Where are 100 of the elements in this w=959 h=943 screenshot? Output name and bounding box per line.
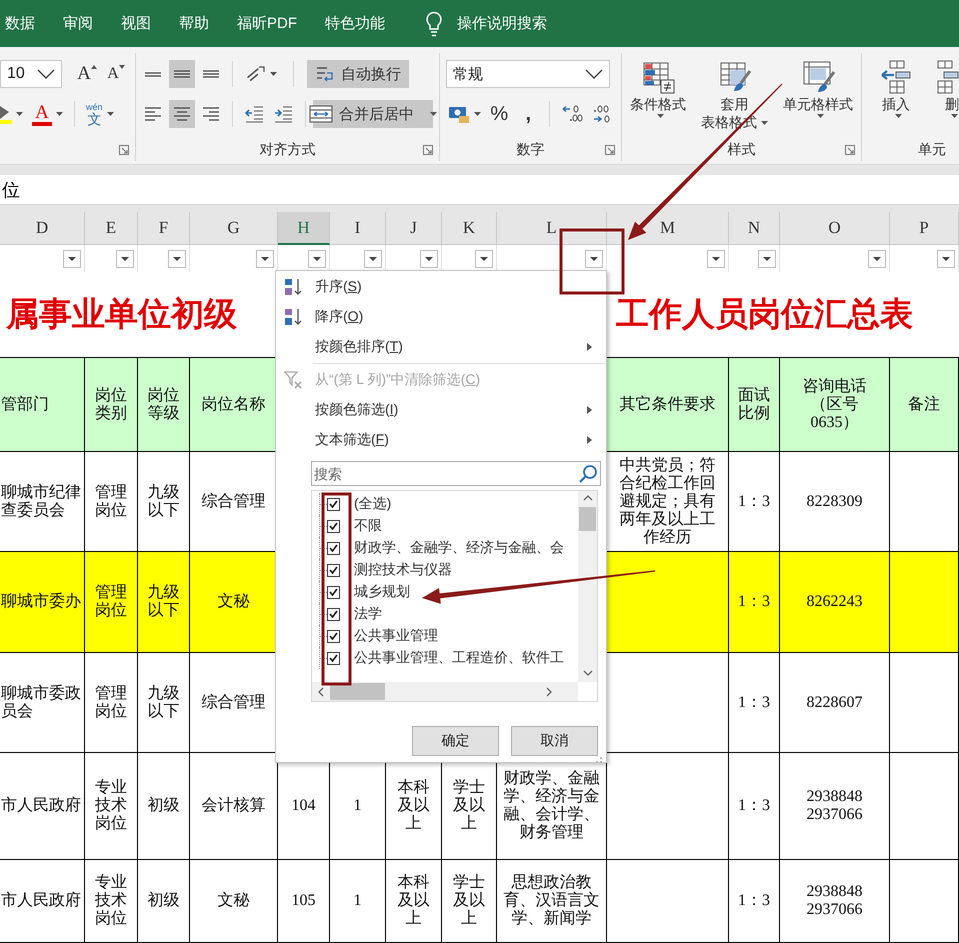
table-header-cell: 面试比例 bbox=[729, 357, 780, 452]
column-header[interactable]: N bbox=[729, 212, 780, 245]
ok-button[interactable]: 确定 bbox=[412, 726, 499, 756]
dialog-launcher-icon bbox=[119, 145, 129, 155]
submenu-arrow-icon bbox=[587, 343, 592, 351]
insert-button[interactable]: 插入 bbox=[874, 57, 918, 139]
column-header[interactable]: H bbox=[278, 212, 330, 245]
filter-dropdown-button[interactable] bbox=[63, 250, 81, 268]
caret-icon bbox=[474, 112, 482, 116]
caret-icon bbox=[656, 114, 664, 118]
ribbon-tab[interactable]: 视图 bbox=[107, 10, 165, 37]
number-format-field[interactable]: 常规 bbox=[446, 60, 610, 88]
group-label: 样式 bbox=[728, 141, 756, 159]
checkbox[interactable] bbox=[327, 608, 340, 620]
submenu-arrow-icon bbox=[587, 436, 592, 444]
checkbox[interactable] bbox=[327, 630, 340, 642]
center-align-button[interactable] bbox=[169, 100, 195, 128]
cancel-button[interactable]: 取消 bbox=[511, 726, 598, 756]
checkbox[interactable] bbox=[327, 498, 340, 510]
column-header[interactable]: O bbox=[780, 212, 890, 245]
column-header[interactable]: L bbox=[497, 212, 607, 245]
caret-icon bbox=[56, 112, 63, 116]
middle-align-button[interactable] bbox=[169, 60, 195, 88]
table-cell: 1：3 bbox=[729, 653, 780, 753]
annotation-frame bbox=[560, 228, 624, 294]
filter-dropdown-button[interactable] bbox=[168, 250, 186, 268]
caret-icon bbox=[430, 112, 437, 116]
column-header[interactable]: D bbox=[0, 212, 85, 245]
column-header[interactable]: F bbox=[138, 212, 190, 245]
filter-dropdown-button[interactable] bbox=[308, 250, 326, 268]
caret-icon bbox=[16, 112, 23, 116]
menu-item[interactable]: 降序(O) bbox=[276, 302, 606, 332]
scroll-up-icon bbox=[582, 495, 592, 501]
column-header[interactable]: M bbox=[607, 212, 729, 245]
search-field[interactable]: 搜索 bbox=[311, 461, 601, 486]
table-cell: 1：3 bbox=[729, 753, 780, 860]
caret-icon bbox=[894, 114, 902, 118]
checkbox-label: 公共事业管理 bbox=[354, 627, 438, 645]
dialog-launcher-icon bbox=[605, 145, 615, 155]
filter-dropdown-button[interactable] bbox=[364, 250, 382, 268]
vertical-scrollbar[interactable] bbox=[578, 491, 597, 682]
checkbox[interactable] bbox=[327, 564, 340, 576]
delete-button[interactable]: 删 bbox=[930, 57, 959, 139]
menu-item[interactable]: 按颜色筛选(I) bbox=[276, 395, 606, 425]
scrollbar-thumb[interactable] bbox=[330, 683, 385, 700]
checkbox[interactable] bbox=[327, 652, 340, 664]
horizontal-scrollbar[interactable] bbox=[312, 682, 578, 701]
sheet-title: 属事业单位初级 bbox=[6, 296, 237, 335]
filter-dropdown-button[interactable] bbox=[937, 250, 955, 268]
comma-style-button[interactable]: , bbox=[515, 100, 542, 128]
filter-dropdown-button[interactable] bbox=[256, 250, 274, 268]
menu-item[interactable]: 按颜色排序(T) bbox=[276, 332, 606, 362]
checkbox-label: 财政学、金融学、经济与金融、会 bbox=[354, 539, 564, 557]
sort-descending-icon bbox=[284, 307, 304, 327]
table-cell: 专业技术岗位 bbox=[85, 860, 138, 943]
filter-dropdown-button[interactable] bbox=[758, 250, 776, 268]
ribbon-tab[interactable]: 帮助 bbox=[165, 10, 223, 37]
scrollbar-thumb[interactable] bbox=[579, 507, 596, 531]
ribbon-tab[interactable]: 数据 bbox=[0, 10, 49, 37]
conditional-format-button[interactable]: 条件格式 bbox=[626, 57, 690, 139]
group-label: 对齐方式 bbox=[260, 141, 316, 159]
table-cell: 初级 bbox=[138, 753, 190, 860]
filter-dropdown-button[interactable] bbox=[475, 250, 493, 268]
checkbox[interactable] bbox=[327, 586, 340, 598]
clear-filter-icon bbox=[284, 370, 304, 390]
lightbulb-icon bbox=[425, 10, 443, 36]
down-caret-icon bbox=[118, 65, 125, 69]
filter-dropdown-button[interactable] bbox=[868, 250, 886, 268]
table-cell: 专业技术岗位 bbox=[85, 753, 138, 860]
menu-item[interactable]: 升序(S) bbox=[276, 272, 606, 302]
table-cell: 1：3 bbox=[729, 552, 780, 653]
ribbon-tab[interactable]: 福昕PDF bbox=[223, 10, 311, 37]
table-cell: 105 bbox=[278, 860, 330, 943]
grow-font-button[interactable]: A bbox=[74, 60, 100, 88]
sort-ascending-icon bbox=[284, 277, 304, 297]
column-header[interactable]: E bbox=[85, 212, 138, 245]
menu-item[interactable]: 文本筛选(F) bbox=[276, 425, 606, 455]
shrink-font-button[interactable]: A bbox=[103, 60, 129, 88]
percent-button[interactable]: % bbox=[486, 100, 512, 128]
filter-dropdown-button[interactable] bbox=[116, 250, 134, 268]
font-color-button[interactable]: A bbox=[29, 100, 66, 128]
filter-dropdown-button[interactable] bbox=[585, 250, 603, 268]
column-header[interactable]: J bbox=[386, 212, 442, 245]
column-header[interactable]: G bbox=[190, 212, 278, 245]
checkbox[interactable] bbox=[327, 520, 340, 532]
cell-styles-button[interactable]: 单元格样式 bbox=[779, 57, 857, 139]
checkbox[interactable] bbox=[327, 542, 340, 554]
filter-dropdown-button[interactable] bbox=[707, 250, 725, 268]
font-size-field[interactable]: 10 bbox=[0, 60, 62, 88]
column-header[interactable]: K bbox=[442, 212, 497, 245]
column-header[interactable]: I bbox=[330, 212, 386, 245]
wrap-text-button[interactable]: 自动换行 bbox=[307, 60, 409, 88]
phonetic-guide-button[interactable]: wén 文 bbox=[83, 100, 117, 128]
tell-me-search[interactable]: 操作说明搜索 bbox=[457, 14, 547, 33]
column-header[interactable]: P bbox=[890, 212, 959, 245]
filter-dropdown-button[interactable] bbox=[420, 250, 438, 268]
caret-icon bbox=[761, 120, 768, 124]
ribbon-tab[interactable]: 特色功能 bbox=[311, 10, 399, 37]
ribbon-tab[interactable]: 审阅 bbox=[49, 10, 107, 37]
checkbox-label: 不限 bbox=[354, 517, 382, 535]
